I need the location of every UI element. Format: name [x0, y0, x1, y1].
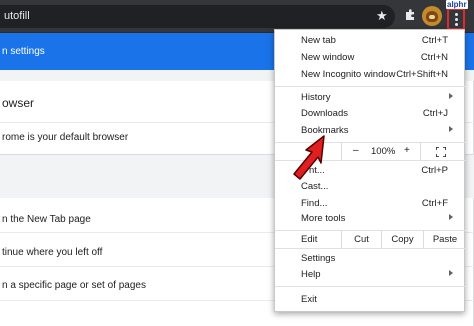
edit-label: Edit [301, 234, 318, 245]
menu-item-shortcut: Ctrl+N [420, 52, 448, 63]
fullscreen-icon[interactable] [436, 147, 446, 157]
menu-item-shortcut: Ctrl+P [421, 165, 448, 176]
startup-option-specific-pages[interactable]: n a specific page or set of pages [2, 280, 146, 291]
profile-avatar[interactable] [422, 6, 442, 26]
startup-option-new-tab[interactable]: n the New Tab page [2, 214, 91, 225]
zoom-out-button[interactable]: – [353, 145, 359, 156]
menu-separator [275, 86, 466, 87]
menu-item-new-window[interactable]: New window Ctrl+N [275, 50, 466, 66]
menu-item-label: New window [301, 52, 355, 63]
watermark-logo: alphr [446, 0, 468, 9]
zoom-divider [341, 143, 342, 160]
menu-item-new-tab[interactable]: New tab Ctrl+T [275, 33, 466, 49]
menu-item-label: New tab [301, 35, 336, 46]
zoom-divider [420, 143, 421, 160]
submenu-arrow-icon [449, 270, 453, 276]
startup-option-continue[interactable]: tinue where you left off [2, 247, 102, 258]
menu-item-label: Cast... [301, 181, 329, 192]
menu-item-label: Find... [301, 198, 328, 209]
copy-button[interactable]: Copy [381, 231, 423, 248]
menu-item-label: Settings [301, 253, 336, 264]
chrome-menu-button[interactable] [447, 8, 465, 30]
paste-button[interactable]: Paste [423, 231, 466, 248]
default-browser-heading: owser [2, 96, 35, 110]
menu-item-label: Downloads [301, 108, 348, 119]
menu-item-help[interactable]: Help [275, 267, 466, 283]
submenu-arrow-icon [449, 214, 453, 220]
menu-item-label: More tools [301, 213, 346, 224]
menu-item-more-tools[interactable]: More tools [275, 211, 466, 227]
menu-item-exit[interactable]: Exit [275, 292, 466, 308]
menu-item-shortcut: Ctrl+Shift+N [396, 69, 448, 80]
cut-button[interactable]: Cut [341, 231, 381, 248]
menu-item-label: Exit [301, 294, 317, 305]
menu-separator [275, 286, 466, 287]
address-bar-text: utofill [4, 10, 30, 22]
submenu-arrow-icon [449, 93, 453, 99]
menu-item-label: History [301, 92, 331, 103]
menu-item-shortcut: Ctrl+J [422, 108, 448, 119]
zoom-level: 100% [371, 146, 396, 157]
menu-item-downloads[interactable]: Downloads Ctrl+J [275, 106, 466, 122]
menu-edit-row: Edit Cut Copy Paste [275, 231, 466, 248]
menu-item-label: New Incognito window [301, 69, 396, 80]
default-browser-status: rome is your default browser [2, 132, 129, 143]
menu-item-label: Help [301, 269, 321, 280]
menu-item-shortcut: Ctrl+T [421, 35, 448, 46]
menu-item-settings[interactable]: Settings [275, 251, 466, 267]
star-icon[interactable]: ★ [376, 9, 388, 23]
menu-item-new-incognito-window[interactable]: New Incognito window Ctrl+Shift+N [275, 67, 466, 83]
menu-item-history[interactable]: History [275, 90, 466, 106]
address-bar[interactable]: utofill ★ [0, 5, 395, 28]
settings-header-title: n settings [2, 46, 45, 57]
zoom-in-button[interactable]: + [404, 145, 410, 156]
more-vert-icon [455, 13, 458, 26]
menu-item-shortcut: Ctrl+F [421, 198, 448, 209]
puzzle-icon[interactable] [404, 9, 416, 21]
menu-separator [275, 248, 466, 249]
red-arrow-icon [293, 135, 325, 180]
menu-item-find[interactable]: Find... Ctrl+F [275, 196, 466, 212]
submenu-arrow-icon [449, 126, 453, 132]
